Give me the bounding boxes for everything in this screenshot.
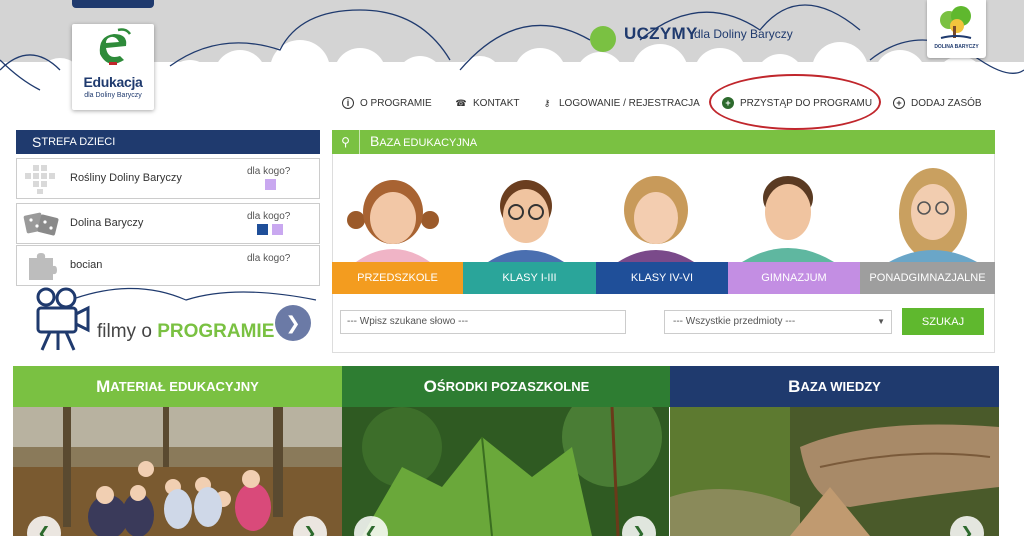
level-badge	[265, 179, 276, 190]
panel-osrodki-pozaszkolne[interactable]: O ŚRODKI POZASZKOLNE ❮ ❯	[342, 366, 671, 536]
tab-label: GIMNAZJUM	[761, 272, 827, 284]
partner-label: DOLINA BARYCZY	[934, 44, 979, 50]
tab-label: KLASY I-III	[502, 272, 557, 284]
panel-baza-wiedzy[interactable]: B AZA WIEDZY ❯	[670, 366, 999, 536]
child-photo-przedszkole	[347, 180, 439, 262]
search-icon: ⚲	[332, 130, 360, 154]
info-icon: i	[342, 97, 354, 109]
puzzle-piece-icon	[29, 253, 57, 280]
baza-title: BAZA EDUKACYJNA	[360, 133, 477, 151]
green-dot-icon	[590, 26, 616, 52]
nav-dodaj-zasob[interactable]: + DODAJ ZASÓB	[893, 93, 982, 113]
tab-klasy-4-6[interactable]: KLASY IV-VI	[596, 262, 728, 294]
title-cap: O	[423, 376, 437, 396]
title-cap: B	[788, 376, 801, 396]
title-rest: AZA EDUKACYJNA	[379, 137, 478, 149]
logo-subtitle: dla Doliny Baryczy	[84, 92, 142, 99]
child-photo-klasy-4-6	[618, 176, 694, 262]
e-logo-icon	[99, 28, 132, 65]
title-rest: ATERIAŁ EDUKACYJNY	[110, 379, 259, 394]
partner-logo[interactable]: DOLINA BARYCZY	[927, 0, 986, 58]
filmy-prefix: filmy o	[97, 321, 158, 342]
tab-label: PONADGIMNAZJALNE	[869, 272, 986, 284]
highlight-ellipse	[709, 74, 881, 130]
item-name: Dolina Baryczy	[70, 217, 144, 229]
list-item[interactable]: Dolina Baryczy dla kogo?	[16, 203, 320, 244]
nav-label: DODAJ ZASÓB	[911, 97, 982, 109]
level-badge	[272, 224, 283, 235]
leaf-photo	[342, 407, 669, 536]
child-photo-klasy-1-3	[488, 180, 564, 262]
tab-label: PRZEDSZKOLE	[357, 272, 438, 284]
nav-logowanie[interactable]: ⚷ LOGOWANIE / REJESTRACJA	[541, 93, 700, 113]
title-cap: B	[370, 133, 380, 149]
subject-select[interactable]: --- Wszystkie przedmioty --- ▼	[664, 310, 892, 334]
tab-label: KLASY IV-VI	[630, 272, 694, 284]
tagline-rest: dla Doliny Baryczy	[694, 27, 793, 41]
panel-material-edukacyjny[interactable]: M ATERIAŁ EDUKACYJNY ❮ ❯	[13, 366, 342, 536]
dla-kogo-label: dla kogo?	[247, 166, 291, 177]
dla-kogo-label: dla kogo?	[247, 211, 291, 222]
search-input[interactable]: --- Wpisz szukane słowo ---	[340, 310, 626, 334]
title-rest: ŚRODKI POZASZKOLNE	[436, 379, 590, 394]
level-tabs: PRZEDSZKOLE KLASY I-III KLASY IV-VI GIMN…	[332, 262, 995, 294]
select-value: --- Wszystkie przedmioty ---	[673, 316, 796, 327]
filmy-bold: PROGRAMIE	[157, 321, 275, 342]
title-cap: M	[96, 376, 111, 396]
child-photo-gimnazjum	[742, 176, 834, 262]
children-photo	[13, 407, 342, 536]
title-cap: S	[32, 134, 42, 150]
panel-header: M ATERIAŁ EDUKACYJNY	[13, 366, 342, 407]
dla-kogo-label: dla kogo?	[247, 253, 291, 264]
item-name: Rośliny Doliny Baryczy	[70, 172, 182, 184]
logo-name: Edukacja	[83, 74, 143, 90]
filmy-banner[interactable]: filmy o PROGRAMIE ❯	[16, 284, 320, 356]
search-button[interactable]: SZUKAJ	[902, 308, 984, 335]
tagline-bold: UCZYMY	[624, 24, 698, 43]
panel-header: O ŚRODKI POZASZKOLNE	[342, 366, 671, 407]
beaver-tree-photo	[670, 407, 999, 536]
chevron-right-icon[interactable]: ❯	[275, 305, 311, 341]
dominoes-icon	[23, 212, 59, 236]
child-photo-ponadgimnazjalne	[889, 168, 977, 262]
title-rest: AZA WIEDZY	[800, 379, 881, 394]
tab-klasy-1-3[interactable]: KLASY I-III	[463, 262, 596, 294]
tab-gimnazjum[interactable]: GIMNAZJUM	[728, 262, 860, 294]
panel-header: B AZA WIEDZY	[670, 366, 999, 407]
title-rest: TREFA DZIECI	[41, 136, 116, 148]
list-item[interactable]: bocian dla kogo?	[16, 245, 320, 286]
tagline: UCZYMY dla Doliny Baryczy	[586, 18, 816, 58]
plus-circle-icon: +	[893, 97, 905, 109]
site-logo[interactable]: Edukacja dla Doliny Baryczy	[72, 24, 154, 110]
nav-kontakt[interactable]: ☎ KONTAKT	[455, 93, 519, 113]
filmy-label: filmy o PROGRAMIE	[97, 321, 274, 343]
nav-o-programie[interactable]: i O PROGRAMIE	[342, 93, 432, 113]
strefa-dzieci-header: S TREFA DZIECI	[16, 130, 320, 154]
list-item[interactable]: Rośliny Doliny Baryczy dla kogo?	[16, 158, 320, 199]
item-name: bocian	[70, 259, 103, 271]
grid-puzzle-icon	[25, 165, 55, 194]
tab-ponadgimnazjalne[interactable]: PONADGIMNAZJALNE	[860, 262, 995, 294]
level-badge	[257, 224, 268, 235]
nav-label: O PROGRAMIE	[360, 97, 432, 109]
top-tab	[72, 0, 154, 8]
tab-przedszkole[interactable]: PRZEDSZKOLE	[332, 262, 463, 294]
page: Edukacja dla Doliny Baryczy UCZYMY dla D…	[0, 0, 1024, 536]
chevron-down-icon: ▼	[877, 317, 885, 326]
key-icon: ⚷	[543, 97, 551, 108]
nav-label: LOGOWANIE / REJESTRACJA	[559, 97, 700, 109]
phone-icon: ☎	[455, 97, 467, 108]
tree-logo-icon	[940, 6, 972, 39]
nav-label: KONTAKT	[473, 97, 520, 109]
baza-edukacyjna-header: ⚲ BAZA EDUKACYJNA	[332, 130, 995, 154]
